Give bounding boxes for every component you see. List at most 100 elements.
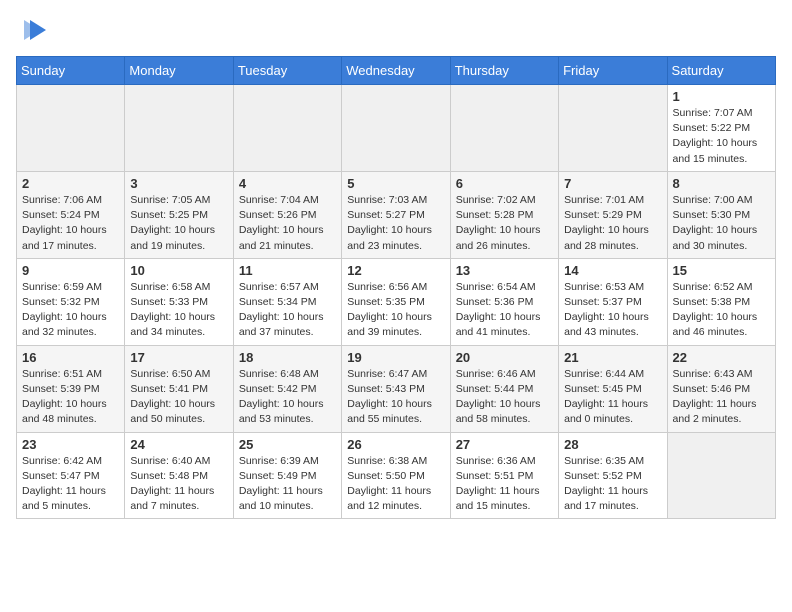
calendar-cell: 25 Sunrise: 6:39 AM Sunset: 5:49 PM Dayli… bbox=[233, 432, 341, 519]
day-number: 14 bbox=[564, 263, 661, 278]
day-info: Sunrise: 6:38 AM Sunset: 5:50 PM Dayligh… bbox=[347, 454, 444, 515]
day-info: Sunrise: 6:56 AM Sunset: 5:35 PM Dayligh… bbox=[347, 280, 444, 341]
day-number: 4 bbox=[239, 176, 336, 191]
calendar-header-friday: Friday bbox=[559, 57, 667, 85]
day-number: 8 bbox=[673, 176, 770, 191]
calendar-header-sunday: Sunday bbox=[17, 57, 125, 85]
calendar-cell: 10 Sunrise: 6:58 AM Sunset: 5:33 PM Dayli… bbox=[125, 258, 233, 345]
day-number: 26 bbox=[347, 437, 444, 452]
day-number: 10 bbox=[130, 263, 227, 278]
calendar-cell: 8 Sunrise: 7:00 AM Sunset: 5:30 PM Daylig… bbox=[667, 171, 775, 258]
day-number: 6 bbox=[456, 176, 553, 191]
day-info: Sunrise: 6:44 AM Sunset: 5:45 PM Dayligh… bbox=[564, 367, 661, 428]
calendar-cell: 22 Sunrise: 6:43 AM Sunset: 5:46 PM Dayli… bbox=[667, 345, 775, 432]
day-info: Sunrise: 6:47 AM Sunset: 5:43 PM Dayligh… bbox=[347, 367, 444, 428]
day-number: 27 bbox=[456, 437, 553, 452]
calendar-header-row: SundayMondayTuesdayWednesdayThursdayFrid… bbox=[17, 57, 776, 85]
calendar-cell: 27 Sunrise: 6:36 AM Sunset: 5:51 PM Dayli… bbox=[450, 432, 558, 519]
calendar-cell bbox=[667, 432, 775, 519]
logo-icon bbox=[20, 16, 48, 44]
day-number: 23 bbox=[22, 437, 119, 452]
calendar-week-3: 9 Sunrise: 6:59 AM Sunset: 5:32 PM Daylig… bbox=[17, 258, 776, 345]
calendar-cell: 16 Sunrise: 6:51 AM Sunset: 5:39 PM Dayli… bbox=[17, 345, 125, 432]
calendar-cell: 11Sunrise: 6:57 AM Sunset: 5:34 PM Dayli… bbox=[233, 258, 341, 345]
calendar-cell: 15 Sunrise: 6:52 AM Sunset: 5:38 PM Dayli… bbox=[667, 258, 775, 345]
day-info: Sunrise: 6:43 AM Sunset: 5:46 PM Dayligh… bbox=[673, 367, 770, 428]
calendar-cell bbox=[125, 85, 233, 172]
day-number: 16 bbox=[22, 350, 119, 365]
day-info: Sunrise: 6:46 AM Sunset: 5:44 PM Dayligh… bbox=[456, 367, 553, 428]
day-info: Sunrise: 7:06 AM Sunset: 5:24 PM Dayligh… bbox=[22, 193, 119, 254]
calendar-week-5: 23 Sunrise: 6:42 AM Sunset: 5:47 PM Dayli… bbox=[17, 432, 776, 519]
day-number: 2 bbox=[22, 176, 119, 191]
day-info: Sunrise: 7:03 AM Sunset: 5:27 PM Dayligh… bbox=[347, 193, 444, 254]
logo bbox=[16, 16, 48, 44]
calendar-cell: 1Sunrise: 7:07 AM Sunset: 5:22 PM Daylig… bbox=[667, 85, 775, 172]
day-number: 18 bbox=[239, 350, 336, 365]
day-number: 24 bbox=[130, 437, 227, 452]
day-number: 22 bbox=[673, 350, 770, 365]
day-info: Sunrise: 6:53 AM Sunset: 5:37 PM Dayligh… bbox=[564, 280, 661, 341]
calendar-header-monday: Monday bbox=[125, 57, 233, 85]
day-number: 7 bbox=[564, 176, 661, 191]
day-number: 20 bbox=[456, 350, 553, 365]
calendar-cell: 2 Sunrise: 7:06 AM Sunset: 5:24 PM Daylig… bbox=[17, 171, 125, 258]
calendar-week-1: 1Sunrise: 7:07 AM Sunset: 5:22 PM Daylig… bbox=[17, 85, 776, 172]
day-info: Sunrise: 6:51 AM Sunset: 5:39 PM Dayligh… bbox=[22, 367, 119, 428]
calendar-cell: 18 Sunrise: 6:48 AM Sunset: 5:42 PM Dayli… bbox=[233, 345, 341, 432]
day-info: Sunrise: 6:35 AM Sunset: 5:52 PM Dayligh… bbox=[564, 454, 661, 515]
day-info: Sunrise: 6:57 AM Sunset: 5:34 PM Dayligh… bbox=[239, 280, 336, 341]
calendar-cell bbox=[450, 85, 558, 172]
day-info: Sunrise: 6:54 AM Sunset: 5:36 PM Dayligh… bbox=[456, 280, 553, 341]
day-info: Sunrise: 7:02 AM Sunset: 5:28 PM Dayligh… bbox=[456, 193, 553, 254]
day-number: 25 bbox=[239, 437, 336, 452]
calendar-cell bbox=[233, 85, 341, 172]
calendar-cell: 28Sunrise: 6:35 AM Sunset: 5:52 PM Dayli… bbox=[559, 432, 667, 519]
calendar-cell: 23 Sunrise: 6:42 AM Sunset: 5:47 PM Dayli… bbox=[17, 432, 125, 519]
day-number: 21 bbox=[564, 350, 661, 365]
day-number: 15 bbox=[673, 263, 770, 278]
day-info: Sunrise: 6:48 AM Sunset: 5:42 PM Dayligh… bbox=[239, 367, 336, 428]
day-number: 1 bbox=[673, 89, 770, 104]
day-number: 13 bbox=[456, 263, 553, 278]
calendar-cell: 17 Sunrise: 6:50 AM Sunset: 5:41 PM Dayli… bbox=[125, 345, 233, 432]
day-info: Sunrise: 6:42 AM Sunset: 5:47 PM Dayligh… bbox=[22, 454, 119, 515]
day-info: Sunrise: 6:39 AM Sunset: 5:49 PM Dayligh… bbox=[239, 454, 336, 515]
day-info: Sunrise: 7:04 AM Sunset: 5:26 PM Dayligh… bbox=[239, 193, 336, 254]
calendar-cell: 7Sunrise: 7:01 AM Sunset: 5:29 PM Daylig… bbox=[559, 171, 667, 258]
calendar-table: SundayMondayTuesdayWednesdayThursdayFrid… bbox=[16, 56, 776, 519]
calendar-cell: 5 Sunrise: 7:03 AM Sunset: 5:27 PM Daylig… bbox=[342, 171, 450, 258]
calendar-cell: 19 Sunrise: 6:47 AM Sunset: 5:43 PM Dayli… bbox=[342, 345, 450, 432]
calendar-cell: 20 Sunrise: 6:46 AM Sunset: 5:44 PM Dayli… bbox=[450, 345, 558, 432]
calendar-week-2: 2 Sunrise: 7:06 AM Sunset: 5:24 PM Daylig… bbox=[17, 171, 776, 258]
day-number: 3 bbox=[130, 176, 227, 191]
day-info: Sunrise: 7:00 AM Sunset: 5:30 PM Dayligh… bbox=[673, 193, 770, 254]
calendar-cell: 4 Sunrise: 7:04 AM Sunset: 5:26 PM Daylig… bbox=[233, 171, 341, 258]
day-info: Sunrise: 6:52 AM Sunset: 5:38 PM Dayligh… bbox=[673, 280, 770, 341]
calendar-cell: 21 Sunrise: 6:44 AM Sunset: 5:45 PM Dayli… bbox=[559, 345, 667, 432]
day-info: Sunrise: 6:50 AM Sunset: 5:41 PM Dayligh… bbox=[130, 367, 227, 428]
calendar-cell: 13 Sunrise: 6:54 AM Sunset: 5:36 PM Dayli… bbox=[450, 258, 558, 345]
calendar-header-thursday: Thursday bbox=[450, 57, 558, 85]
calendar-cell: 12 Sunrise: 6:56 AM Sunset: 5:35 PM Dayli… bbox=[342, 258, 450, 345]
day-info: Sunrise: 6:59 AM Sunset: 5:32 PM Dayligh… bbox=[22, 280, 119, 341]
day-info: Sunrise: 6:58 AM Sunset: 5:33 PM Dayligh… bbox=[130, 280, 227, 341]
calendar-cell bbox=[559, 85, 667, 172]
calendar-header-saturday: Saturday bbox=[667, 57, 775, 85]
calendar-header-tuesday: Tuesday bbox=[233, 57, 341, 85]
calendar-cell bbox=[17, 85, 125, 172]
calendar-cell: 14 Sunrise: 6:53 AM Sunset: 5:37 PM Dayli… bbox=[559, 258, 667, 345]
calendar-cell: 9 Sunrise: 6:59 AM Sunset: 5:32 PM Daylig… bbox=[17, 258, 125, 345]
day-number: 17 bbox=[130, 350, 227, 365]
day-number: 19 bbox=[347, 350, 444, 365]
calendar-cell: 3 Sunrise: 7:05 AM Sunset: 5:25 PM Daylig… bbox=[125, 171, 233, 258]
day-number: 12 bbox=[347, 263, 444, 278]
calendar-week-4: 16 Sunrise: 6:51 AM Sunset: 5:39 PM Dayli… bbox=[17, 345, 776, 432]
day-number: 9 bbox=[22, 263, 119, 278]
day-info: Sunrise: 6:36 AM Sunset: 5:51 PM Dayligh… bbox=[456, 454, 553, 515]
calendar-header-wednesday: Wednesday bbox=[342, 57, 450, 85]
day-number: 5 bbox=[347, 176, 444, 191]
day-info: Sunrise: 7:05 AM Sunset: 5:25 PM Dayligh… bbox=[130, 193, 227, 254]
calendar-cell: 24Sunrise: 6:40 AM Sunset: 5:48 PM Dayli… bbox=[125, 432, 233, 519]
calendar-cell bbox=[342, 85, 450, 172]
